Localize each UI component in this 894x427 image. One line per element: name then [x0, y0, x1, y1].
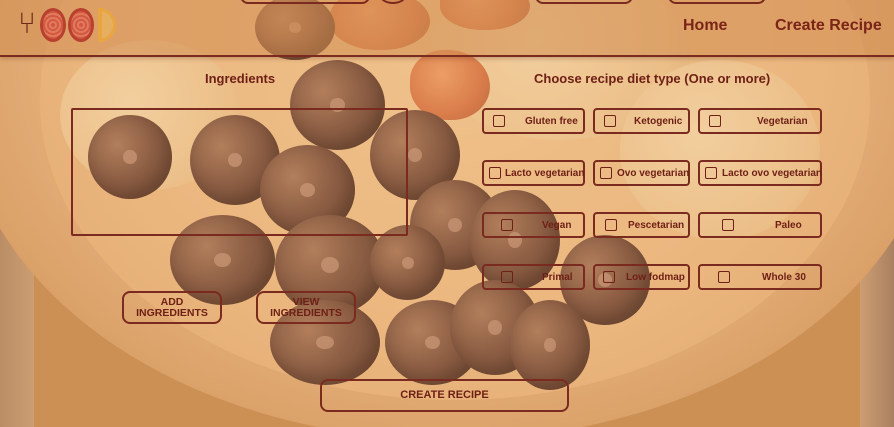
- checkbox[interactable]: [501, 271, 513, 283]
- diet-option-ketogenic[interactable]: Ketogenic: [593, 108, 690, 134]
- diet-option-primal[interactable]: Primal: [482, 264, 585, 290]
- diet-option-lacto-ovo-vegetarian[interactable]: Lacto ovo vegetarian: [698, 160, 822, 186]
- checkbox[interactable]: [718, 271, 730, 283]
- diet-option-label: Whole 30: [762, 272, 806, 283]
- logo-letter-o2: [68, 8, 94, 42]
- diet-option-label: Low fodmap: [626, 272, 685, 283]
- navbar-decor: [668, 0, 766, 4]
- create-recipe-button[interactable]: CREATE RECIPE: [320, 379, 569, 412]
- diet-option-label: Lacto vegetarian: [505, 168, 585, 179]
- diet-option-lacto-vegetarian[interactable]: Lacto vegetarian: [482, 160, 585, 186]
- navbar-decor: [380, 0, 406, 4]
- diet-option-label: Vegetarian: [757, 116, 808, 127]
- diet-option-label: Pescetarian: [628, 220, 685, 231]
- diet-option-label: Ketogenic: [634, 116, 683, 127]
- diet-option-label: Gluten free: [525, 116, 578, 127]
- logo-letter-o1: [40, 8, 66, 42]
- diet-option-vegan[interactable]: Vegan: [482, 212, 585, 238]
- view-ingredients-button[interactable]: VIEW INGREDIENTS: [256, 291, 356, 324]
- diet-option-ovo-vegetarian[interactable]: Ovo vegetarian: [593, 160, 690, 186]
- fork-icon: ⑂: [18, 7, 36, 40]
- diet-option-label: Primal: [542, 272, 573, 283]
- checkbox[interactable]: [722, 219, 734, 231]
- ingredients-title: Ingredients: [205, 71, 276, 86]
- diet-option-label: Paleo: [775, 220, 802, 231]
- food-logo-icon[interactable]: ⑂: [18, 4, 118, 44]
- nav-create-recipe-link[interactable]: Create Recipe: [775, 17, 882, 35]
- diet-option-label: Lacto ovo vegetarian: [722, 168, 823, 179]
- checkbox[interactable]: [709, 115, 721, 127]
- checkbox[interactable]: [604, 115, 616, 127]
- navbar-decor: [240, 0, 370, 4]
- diet-type-title: Choose recipe diet type (One or more): [534, 71, 771, 86]
- checkbox[interactable]: [501, 219, 513, 231]
- diet-option-whole-30[interactable]: Whole 30: [698, 264, 822, 290]
- diet-option-pescetarian[interactable]: Pescetarian: [593, 212, 690, 238]
- logo-letter-d: [98, 8, 116, 42]
- checkbox[interactable]: [493, 115, 505, 127]
- checkbox[interactable]: [600, 167, 612, 179]
- checkbox[interactable]: [705, 167, 717, 179]
- add-ingredients-button[interactable]: ADD INGREDIENTS: [122, 291, 222, 324]
- top-navbar: ⑂ Home Create Recipe: [0, 0, 894, 57]
- diet-option-gluten-free[interactable]: Gluten free: [482, 108, 585, 134]
- ingredients-list-box: [71, 108, 408, 236]
- checkbox[interactable]: [489, 167, 501, 179]
- checkbox[interactable]: [603, 271, 615, 283]
- diet-option-label: Ovo vegetarian: [617, 168, 690, 179]
- diet-option-vegetarian[interactable]: Vegetarian: [698, 108, 822, 134]
- checkbox[interactable]: [605, 219, 617, 231]
- navbar-decor: [535, 0, 633, 4]
- diet-option-paleo[interactable]: Paleo: [698, 212, 822, 238]
- diet-option-label: Vegan: [542, 220, 572, 231]
- diet-option-low-fodmap[interactable]: Low fodmap: [593, 264, 690, 290]
- nav-home-link[interactable]: Home: [683, 17, 727, 35]
